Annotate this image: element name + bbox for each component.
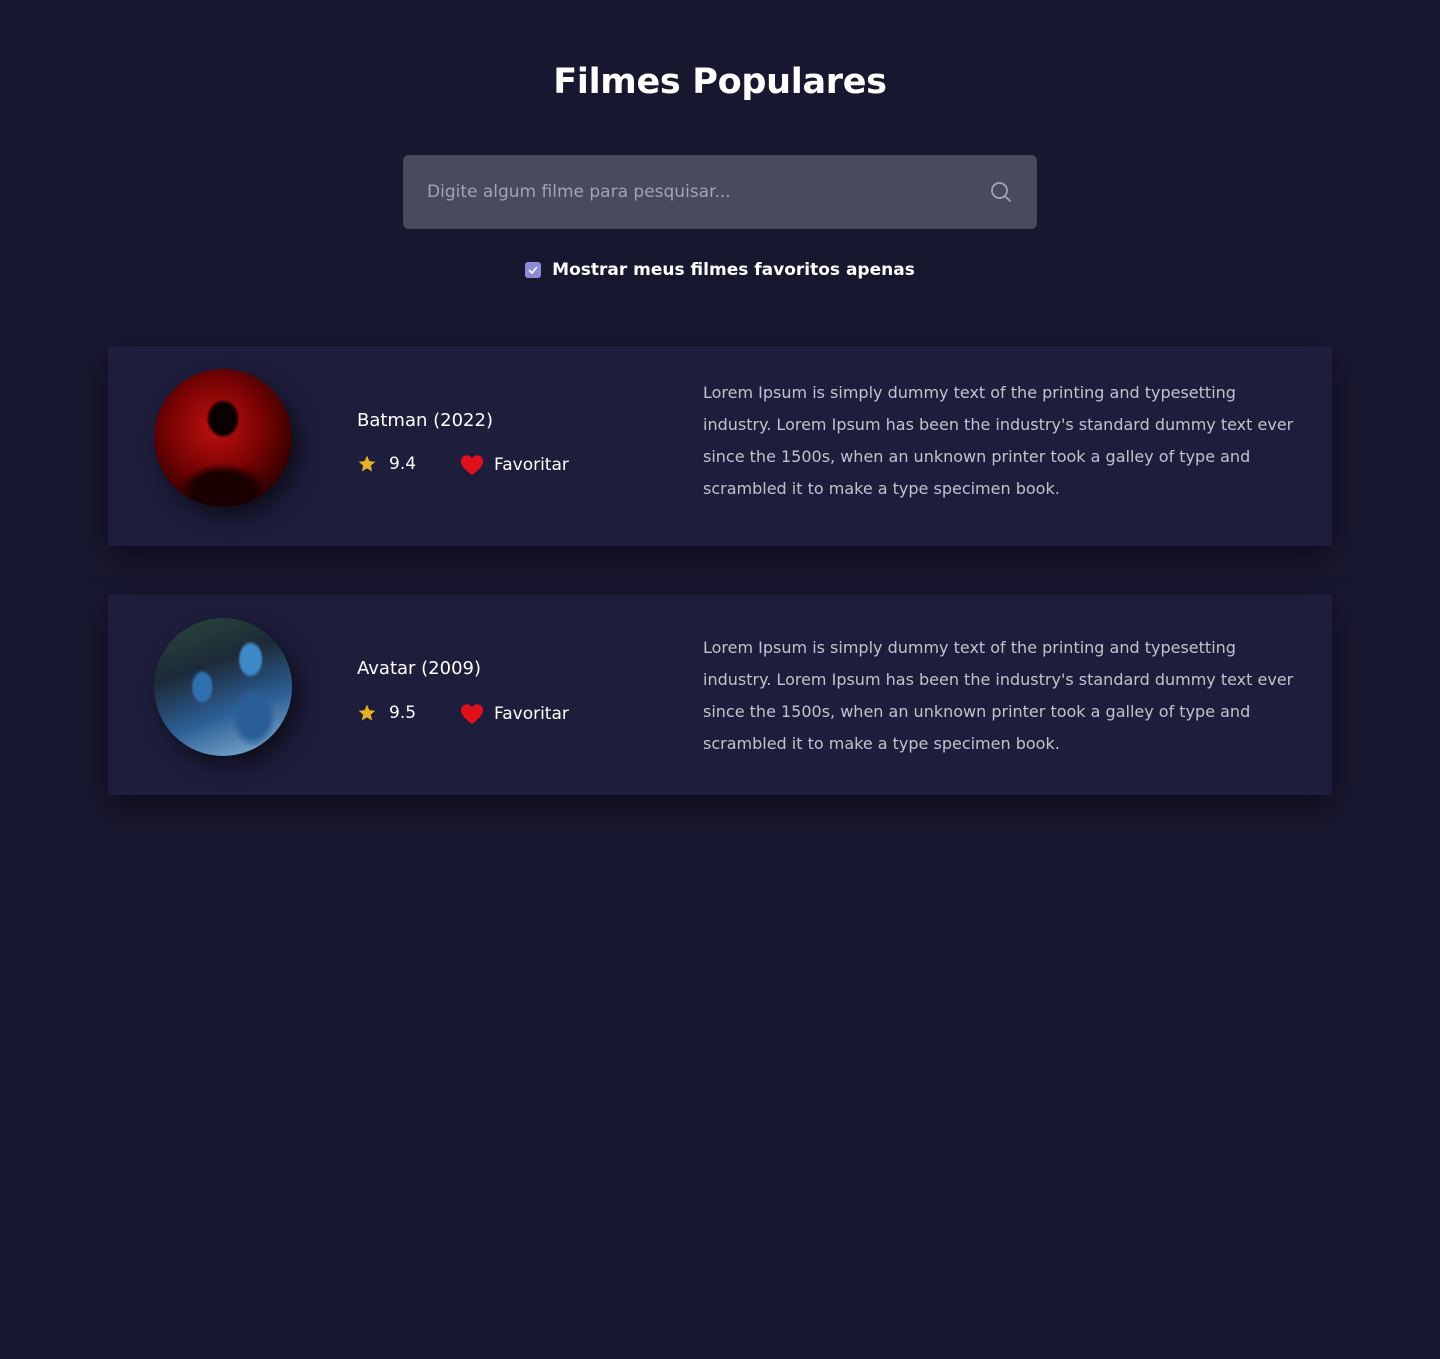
movie-description: Lorem Ipsum is simply dummy text of the … [703, 383, 1294, 498]
movie-title: Avatar (2009) [357, 658, 482, 679]
page-title: Filmes Populares [553, 62, 887, 102]
favorite-label: Favoritar [494, 455, 569, 475]
movie-rating: 9.4 [357, 454, 416, 474]
movie-card: Batman (2022) 9.4 Favoritar Lorem Ipsum … [108, 346, 1332, 546]
rating-value: 9.5 [389, 703, 417, 723]
check-icon [528, 266, 538, 274]
movie-description: Lorem Ipsum is simply dummy text of the … [703, 638, 1294, 753]
search-icon[interactable] [989, 180, 1013, 204]
rating-value: 9.4 [389, 454, 417, 474]
movie-title: Batman (2022) [357, 410, 493, 431]
favorites-filter: Mostrar meus filmes favoritos apenas [0, 260, 1440, 280]
movie-rating: 9.5 [357, 703, 416, 723]
favorite-label: Favoritar [494, 704, 569, 724]
star-icon [358, 704, 376, 721]
movie-poster [154, 369, 292, 507]
favorites-only-label[interactable]: Mostrar meus filmes favoritos apenas [552, 260, 915, 280]
search-input[interactable] [403, 155, 989, 229]
search-box [403, 155, 1037, 229]
heart-icon [461, 704, 483, 724]
movie-card: Avatar (2009) 9.5 Favoritar Lorem Ipsum … [108, 595, 1332, 795]
favorite-button[interactable]: Favoritar [460, 454, 569, 476]
movie-poster [154, 618, 292, 756]
favorites-only-checkbox[interactable] [525, 262, 542, 278]
heart-icon [461, 455, 483, 475]
favorite-button[interactable]: Favoritar [460, 703, 569, 725]
star-icon [358, 455, 376, 472]
